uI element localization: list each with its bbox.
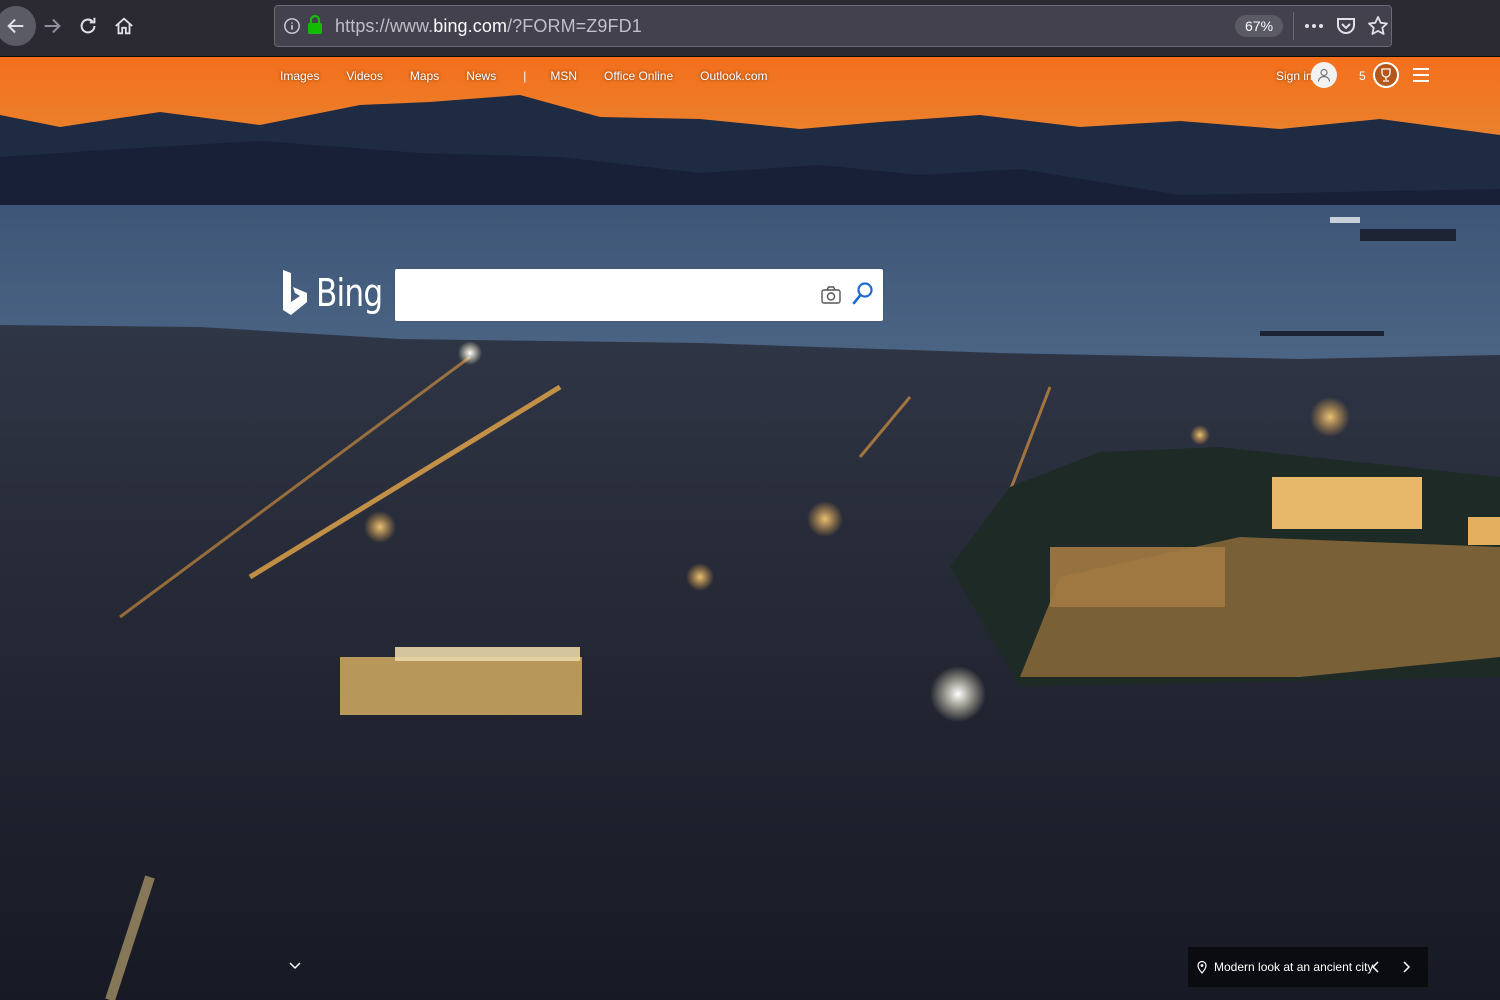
url-prefix: https://www. [335, 16, 434, 36]
nav-separator: | [523, 69, 527, 83]
star-icon[interactable] [1367, 15, 1389, 37]
back-button[interactable] [0, 6, 36, 46]
bing-logo[interactable]: Bing [280, 269, 397, 317]
browser-toolbar: https://www.bing.com/?FORM=Z9FD1 67% [0, 0, 1500, 57]
nav-videos[interactable]: Videos [346, 69, 382, 83]
url-domain: bing.com [433, 16, 508, 36]
nav-maps[interactable]: Maps [410, 69, 439, 83]
reload-icon [80, 17, 96, 34]
image-caption-bar: Modern look at an ancient city [1188, 947, 1428, 987]
chevron-down-icon[interactable] [286, 957, 304, 975]
image-caption[interactable]: Modern look at an ancient city [1214, 960, 1373, 974]
forward-button[interactable] [34, 8, 70, 44]
avatar[interactable] [1311, 62, 1337, 88]
bing-homepage: Images Videos Maps News | MSN Office Onl… [0, 57, 1500, 1000]
background-image [0, 57, 1500, 1000]
reload-button[interactable] [70, 8, 106, 44]
user-icon [1317, 68, 1331, 82]
search-input[interactable] [405, 279, 809, 313]
nav-msn[interactable]: MSN [550, 69, 577, 83]
url-bar[interactable]: https://www.bing.com/?FORM=Z9FD1 67% [274, 5, 1392, 47]
trophy-icon [1381, 68, 1391, 82]
nav-office-online[interactable]: Office Online [604, 69, 673, 83]
zoom-indicator[interactable]: 67% [1235, 15, 1284, 37]
search-icon[interactable] [851, 281, 875, 307]
pocket-icon[interactable] [1335, 15, 1357, 37]
more-icon[interactable] [1303, 15, 1325, 37]
forward-arrow-icon [44, 18, 61, 34]
rewards-count: 5 [1359, 69, 1366, 83]
home-button[interactable] [106, 8, 142, 44]
back-arrow-icon [7, 18, 24, 34]
location-pin-icon [1197, 960, 1207, 974]
nav-outlook[interactable]: Outlook.com [700, 69, 767, 83]
url-path: /?FORM=Z9FD1 [507, 16, 642, 36]
hamburger-menu-icon[interactable] [1413, 68, 1429, 82]
rewards-button[interactable] [1373, 62, 1399, 88]
home-icon [115, 17, 133, 35]
chevron-right-icon[interactable] [1396, 957, 1416, 977]
bing-b-icon [283, 270, 307, 315]
bing-top-nav: Images Videos Maps News | MSN Office Onl… [280, 69, 795, 83]
url-divider [1293, 12, 1294, 40]
nav-news[interactable]: News [466, 69, 496, 83]
search-box [395, 269, 883, 321]
nav-images[interactable]: Images [280, 69, 319, 83]
lock-icon[interactable] [307, 15, 323, 35]
sign-in-link[interactable]: Sign in [1276, 69, 1313, 83]
url-text[interactable]: https://www.bing.com/?FORM=Z9FD1 [335, 16, 642, 37]
camera-icon[interactable] [820, 284, 842, 306]
bing-logo-text: Bing [316, 271, 383, 315]
chevron-left-icon[interactable] [1366, 957, 1386, 977]
info-icon[interactable] [283, 17, 301, 35]
